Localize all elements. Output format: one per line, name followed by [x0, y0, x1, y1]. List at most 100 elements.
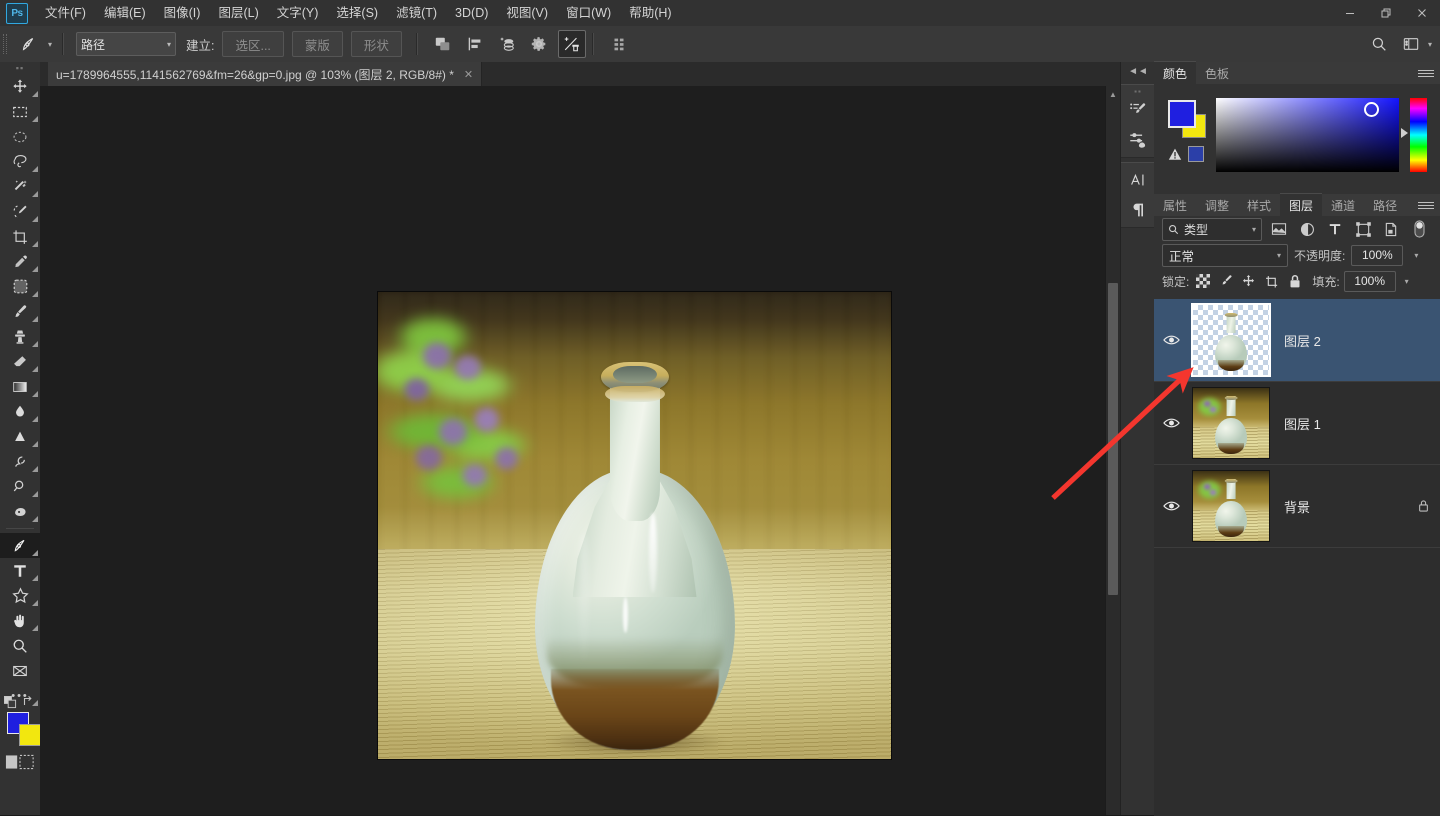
layer-visibility-toggle[interactable]: [1154, 382, 1188, 464]
filter-pixel-layers-icon[interactable]: [1268, 218, 1290, 240]
filter-toggle-switch-icon[interactable]: [1408, 218, 1430, 240]
filter-shape-layers-icon[interactable]: [1352, 218, 1374, 240]
menu-edit[interactable]: 编辑(E): [95, 0, 155, 26]
geometry-options-gear-icon[interactable]: [526, 31, 552, 57]
tab-paths[interactable]: 路径: [1364, 194, 1406, 216]
layer-name[interactable]: 背景: [1274, 497, 1406, 516]
default-colors-icon[interactable]: [4, 696, 17, 709]
menu-view[interactable]: 视图(V): [497, 0, 557, 26]
fill-value-field[interactable]: 100%: [1344, 271, 1396, 292]
quick-mask-icon[interactable]: [0, 750, 40, 774]
close-button[interactable]: [1404, 0, 1440, 26]
tab-channels[interactable]: 通道: [1322, 194, 1364, 216]
character-panel-icon[interactable]: [1121, 165, 1155, 195]
clone-stamp-tool[interactable]: [0, 324, 40, 349]
layer-filter-type-select[interactable]: 类型 ▾: [1162, 218, 1262, 241]
color-field-cursor[interactable]: [1364, 102, 1379, 117]
panel-menu-icon[interactable]: [1418, 66, 1434, 80]
lock-artboard-nesting-icon[interactable]: [1262, 272, 1281, 291]
magic-wand-tool[interactable]: [0, 174, 40, 199]
background-color-swatch[interactable]: [19, 724, 41, 746]
blur-tool[interactable]: [0, 399, 40, 424]
sponge-tool[interactable]: [0, 499, 40, 524]
panel-group-grip[interactable]: ▪▪: [1121, 87, 1155, 95]
menu-type[interactable]: 文字(Y): [268, 0, 328, 26]
layer-thumbnail-cell[interactable]: [1188, 465, 1274, 547]
path-operations-icon[interactable]: [430, 31, 456, 57]
lock-image-pixels-icon[interactable]: [1216, 272, 1235, 291]
brush-presets-icon[interactable]: [1121, 95, 1155, 125]
image-canvas[interactable]: [378, 292, 891, 759]
make-selection-button[interactable]: 选区...: [222, 31, 283, 57]
layer-thumbnail[interactable]: [1192, 470, 1270, 542]
rectangular-marquee-tool[interactable]: [0, 99, 40, 124]
elliptical-marquee-tool[interactable]: [0, 124, 40, 149]
layer-visibility-toggle[interactable]: [1154, 465, 1188, 547]
tab-adjustments[interactable]: 调整: [1196, 194, 1238, 216]
layer-thumbnail-cell[interactable]: [1188, 299, 1274, 381]
tool-preset-chevron-icon[interactable]: ▾: [44, 31, 56, 57]
tab-layers[interactable]: 图层: [1280, 193, 1322, 216]
menu-window[interactable]: 窗口(W): [557, 0, 620, 26]
lock-all-icon[interactable]: [1285, 272, 1304, 291]
scroll-up-arrow-icon[interactable]: ▲: [1106, 86, 1120, 102]
type-tool[interactable]: [0, 558, 40, 583]
panel-menu-icon[interactable]: [1418, 198, 1434, 212]
swap-colors-icon[interactable]: [21, 694, 35, 708]
menu-3d[interactable]: 3D(D): [446, 0, 497, 26]
path-alignment-icon[interactable]: [462, 31, 488, 57]
sharpen-tool[interactable]: [0, 424, 40, 449]
move-tool[interactable]: [0, 74, 40, 99]
zoom-tool[interactable]: [0, 633, 40, 658]
scrollbar-thumb[interactable]: [1108, 283, 1118, 595]
filter-type-layers-icon[interactable]: [1324, 218, 1346, 240]
eraser-tool[interactable]: [0, 349, 40, 374]
tab-swatches[interactable]: 色板: [1196, 62, 1238, 84]
menu-filter[interactable]: 滤镜(T): [387, 0, 446, 26]
minimize-button[interactable]: [1332, 0, 1368, 26]
auto-add-delete-icon[interactable]: [558, 30, 586, 58]
gradient-tool[interactable]: [0, 374, 40, 399]
brush-tool[interactable]: [0, 299, 40, 324]
make-mask-button[interactable]: 蒙版: [292, 31, 343, 57]
dodge-tool[interactable]: [0, 449, 40, 474]
color-field[interactable]: [1216, 98, 1399, 172]
tab-color[interactable]: 颜色: [1154, 61, 1196, 84]
menu-select[interactable]: 选择(S): [327, 0, 387, 26]
foreground-color-swatch[interactable]: [1168, 100, 1196, 128]
canvas-area[interactable]: ▲: [40, 86, 1120, 815]
layer-thumbnail[interactable]: [1191, 303, 1271, 377]
edit-toolbar-tool[interactable]: [0, 658, 40, 683]
lasso-tool[interactable]: [0, 149, 40, 174]
burn-tool[interactable]: [0, 474, 40, 499]
document-tab[interactable]: u=1789964555,1141562769&fm=26&gp=0.jpg @…: [48, 62, 482, 86]
tab-properties[interactable]: 属性: [1154, 194, 1196, 216]
menu-help[interactable]: 帮助(H): [620, 0, 680, 26]
layer-name[interactable]: 图层 1: [1274, 414, 1406, 433]
opacity-chevron-icon[interactable]: ▾: [1409, 246, 1423, 265]
path-mode-select[interactable]: 路径 ▾: [76, 32, 176, 56]
path-list-icon[interactable]: [606, 31, 632, 57]
lock-transparent-pixels-icon[interactable]: [1193, 272, 1212, 291]
quick-selection-tool[interactable]: [0, 199, 40, 224]
lock-position-icon[interactable]: [1239, 272, 1258, 291]
options-bar-grip[interactable]: [0, 26, 10, 62]
restore-button[interactable]: [1368, 0, 1404, 26]
opacity-value-field[interactable]: 100%: [1351, 245, 1403, 266]
paragraph-panel-icon[interactable]: [1121, 195, 1155, 225]
blend-mode-select[interactable]: 正常 ▾: [1162, 244, 1288, 267]
make-shape-button[interactable]: 形状: [351, 31, 402, 57]
hand-tool[interactable]: [0, 608, 40, 633]
layer-list[interactable]: 图层 2: [1154, 299, 1440, 816]
menu-image[interactable]: 图像(I): [155, 0, 210, 26]
out-of-gamut-warning-icon[interactable]: [1168, 148, 1182, 161]
path-arrangement-icon[interactable]: [494, 31, 520, 57]
workspace-switcher-icon[interactable]: [1398, 31, 1424, 57]
pen-tool[interactable]: [0, 533, 40, 558]
filter-smart-object-layers-icon[interactable]: [1380, 218, 1402, 240]
hue-strip[interactable]: [1410, 98, 1427, 172]
table-row[interactable]: 背景: [1154, 465, 1440, 548]
table-row[interactable]: 图层 2: [1154, 299, 1440, 382]
layer-thumbnail-cell[interactable]: [1188, 382, 1274, 464]
canvas-vertical-scrollbar[interactable]: ▲: [1105, 86, 1120, 815]
